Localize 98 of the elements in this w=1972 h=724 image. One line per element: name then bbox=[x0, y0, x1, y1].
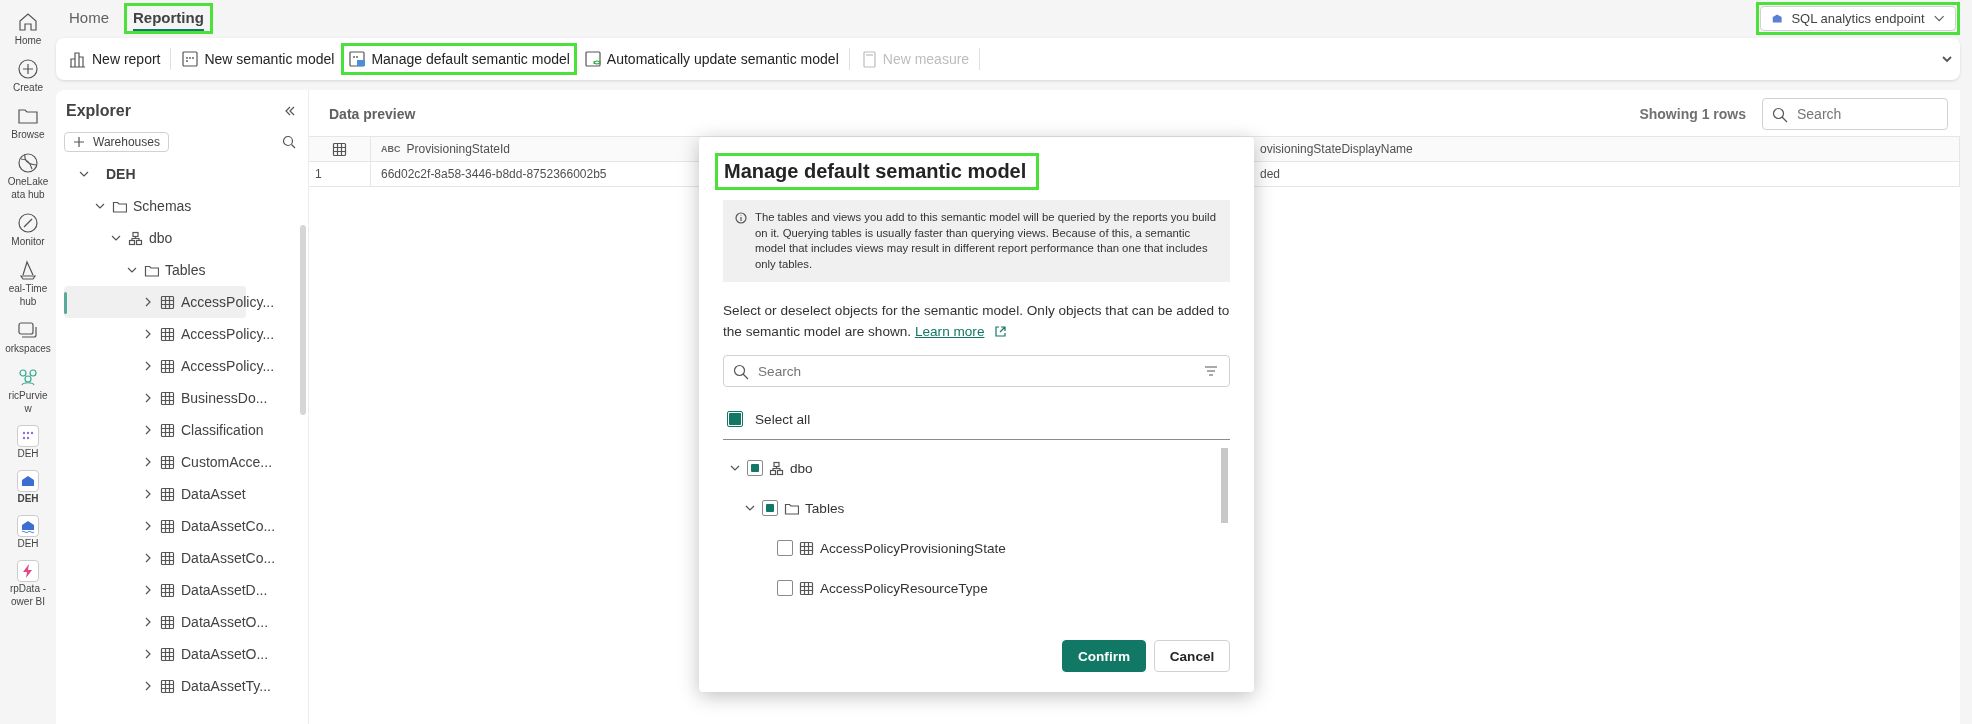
table-icon bbox=[332, 141, 347, 157]
toolbar-button[interactable]: New semantic model bbox=[177, 46, 339, 72]
type-label: ABC bbox=[381, 144, 401, 154]
tree-item[interactable]: Tables bbox=[165, 262, 206, 278]
tree-item[interactable]: AccessPolicy... bbox=[181, 294, 275, 310]
hierarchy-icon bbox=[769, 460, 784, 476]
grid-dots-icon bbox=[17, 425, 39, 447]
tree-label: dbo bbox=[790, 460, 813, 476]
nav-item[interactable]: Create bbox=[0, 53, 56, 98]
nav-item[interactable]: DEH bbox=[0, 421, 56, 464]
confirm-button[interactable]: Confirm bbox=[1062, 640, 1146, 672]
tree-item[interactable]: Schemas bbox=[133, 198, 192, 214]
tree-label: AccessPolicyProvisioningState bbox=[820, 540, 1006, 556]
filter-icon bbox=[1204, 365, 1218, 378]
table-icon bbox=[160, 582, 175, 598]
search-icon bbox=[733, 364, 749, 381]
checkbox-label: Select all bbox=[755, 411, 811, 427]
nav-item[interactable]: DEH bbox=[0, 466, 56, 509]
tree-item[interactable]: BusinessDo... bbox=[181, 390, 268, 406]
tree-item[interactable]: DataAsset bbox=[181, 486, 246, 502]
table-icon bbox=[160, 646, 175, 662]
nav-item[interactable]: eal-Time hub bbox=[0, 254, 56, 312]
tree-item[interactable]: DEH bbox=[106, 166, 136, 182]
column-title: ProvisioningStateId bbox=[406, 142, 510, 156]
row-count: Showing 1 rows bbox=[1639, 106, 1746, 122]
checkbox[interactable] bbox=[777, 540, 793, 557]
cancel-button[interactable]: Cancel bbox=[1154, 640, 1230, 672]
tree-item[interactable]: CustomAcce... bbox=[181, 454, 273, 470]
nav-item[interactable]: OneLake ata hub bbox=[0, 147, 56, 205]
dotted-square-icon bbox=[181, 50, 200, 68]
tree-item[interactable]: DataAssetCo... bbox=[181, 518, 276, 534]
checkbox[interactable] bbox=[777, 580, 793, 597]
info-icon bbox=[735, 212, 747, 224]
table-icon bbox=[160, 678, 175, 694]
external-link-icon bbox=[994, 325, 1008, 339]
checkbox[interactable] bbox=[762, 500, 778, 517]
hierarchy-icon bbox=[128, 230, 143, 246]
table-icon bbox=[160, 326, 175, 342]
search-icon bbox=[1772, 107, 1788, 123]
nav-item[interactable]: Monitor bbox=[0, 207, 56, 252]
lakehouse-icon bbox=[17, 515, 39, 537]
checkbox[interactable] bbox=[747, 460, 763, 477]
search-field[interactable]: Search bbox=[1762, 98, 1948, 130]
search-icon[interactable] bbox=[282, 135, 296, 149]
tree-label: AccessPolicyResourceType bbox=[820, 580, 988, 596]
nav-item[interactable]: Home bbox=[0, 6, 56, 51]
plus-icon bbox=[16, 57, 40, 81]
table-icon bbox=[799, 540, 814, 556]
tree-item[interactable]: DataAssetD... bbox=[181, 582, 268, 598]
tree-item[interactable]: dbo bbox=[149, 230, 173, 246]
plus-icon bbox=[73, 136, 85, 148]
globe-icon bbox=[16, 151, 40, 175]
bar-chart-icon bbox=[69, 50, 87, 68]
search-field[interactable]: Search bbox=[723, 355, 1230, 388]
toolbar-button[interactable]: Automatically update semantic model bbox=[579, 46, 843, 72]
description-text: Select or deselect objects for the semantic model. Only objects that can be added to the semantic model are shown. Learn more bbox=[723, 300, 1230, 343]
checkbox[interactable] bbox=[727, 411, 743, 428]
scrollbar[interactable] bbox=[300, 225, 306, 415]
collapse-icon[interactable] bbox=[284, 105, 296, 117]
table-icon bbox=[160, 614, 175, 630]
bolt-icon bbox=[17, 560, 39, 582]
panel-title: Explorer bbox=[66, 102, 131, 120]
table-icon bbox=[160, 390, 175, 406]
table-icon bbox=[160, 550, 175, 566]
info-text: The tables and views you add to this semantic model will be queried by the reports you build on it. Querying tables is usually faster than querying views. Because of this, a semantic model that includes views may result in different report performance than one that includes only tables. bbox=[755, 210, 1217, 272]
table-icon bbox=[160, 486, 175, 502]
tab[interactable]: Reporting bbox=[124, 2, 213, 34]
toolbar-button[interactable]: Manage default semantic model bbox=[344, 46, 574, 72]
table-icon bbox=[799, 580, 814, 596]
toolbar-button[interactable]: New report bbox=[65, 46, 165, 72]
table-icon bbox=[160, 454, 175, 470]
table-icon bbox=[160, 422, 175, 438]
tree-item[interactable]: AccessPolicy... bbox=[181, 358, 275, 374]
endpoint-dropdown[interactable]: SQL analytics endpoint bbox=[1760, 5, 1956, 31]
table-icon bbox=[160, 518, 175, 534]
tree-item[interactable]: AccessPolicy... bbox=[181, 326, 275, 342]
tree-item[interactable]: DataAssetCo... bbox=[181, 550, 276, 566]
scrollbar[interactable] bbox=[1221, 448, 1228, 524]
row-number: 1 bbox=[309, 162, 371, 187]
tree-item[interactable]: DataAssetO... bbox=[181, 614, 269, 630]
panel-title: Data preview bbox=[329, 106, 417, 122]
warehouse-icon bbox=[17, 470, 39, 492]
tree-label: Tables bbox=[805, 500, 845, 516]
tree-item[interactable]: DataAssetTy... bbox=[181, 678, 271, 694]
tab[interactable]: Home bbox=[60, 2, 118, 34]
dialog-title: Manage default semantic model bbox=[715, 153, 1040, 190]
table-icon bbox=[160, 294, 175, 310]
tree-item[interactable]: Classification bbox=[181, 422, 264, 438]
learn-more-link[interactable]: Learn more bbox=[914, 321, 1008, 343]
table-icon bbox=[160, 358, 175, 374]
column-title: ovisioningStateDisplayName bbox=[1260, 142, 1413, 156]
add-warehouse-button[interactable]: Warehouses bbox=[64, 132, 169, 152]
nav-item[interactable]: orkspaces bbox=[0, 314, 56, 359]
tree-item[interactable]: DataAssetO... bbox=[181, 646, 269, 662]
nav-item[interactable]: rpData - ower BI bbox=[0, 556, 56, 612]
nav-item[interactable]: DEH bbox=[0, 511, 56, 554]
nav-item[interactable]: ricPurvie w bbox=[0, 361, 56, 419]
nav-item[interactable]: Browse bbox=[0, 100, 56, 145]
